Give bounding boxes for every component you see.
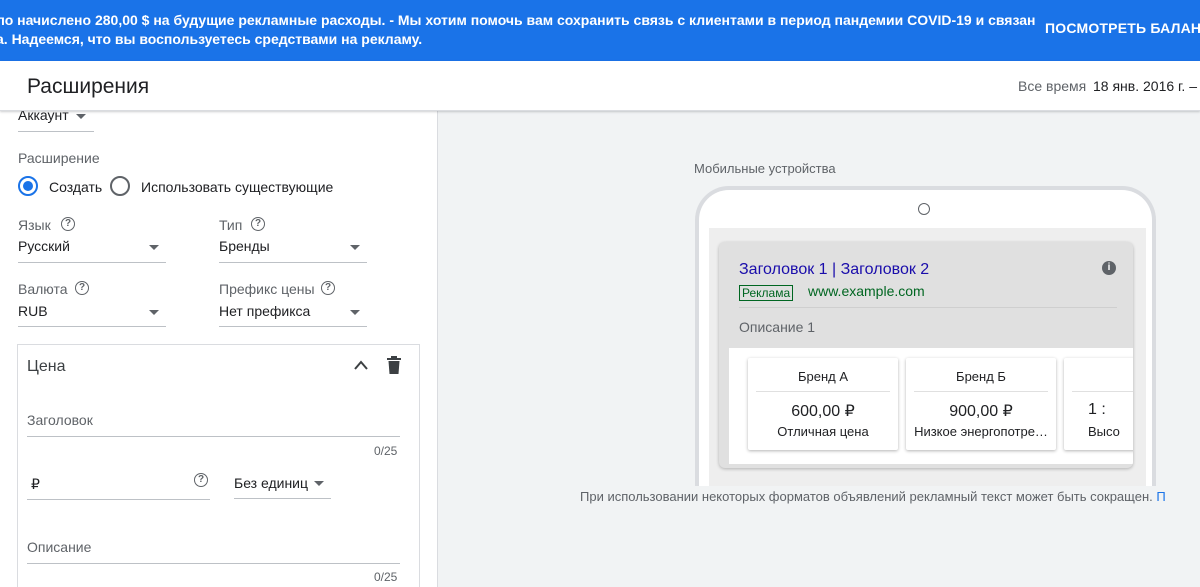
snippet-description: Низкое энергопотре… (914, 424, 1048, 439)
trash-icon[interactable] (386, 356, 402, 374)
snippet-description: Отличная цена (777, 424, 869, 439)
ad-badge: Реклама (739, 285, 794, 301)
extension-form-panel: Аккаунт Расширение Создать Использовать … (0, 111, 438, 587)
units-select[interactable]: Без единиц (234, 470, 331, 499)
level-select[interactable]: Аккаунт (18, 111, 94, 132)
snippet-description: Высо (1088, 424, 1120, 439)
ad-display-url: www.example.com (808, 283, 925, 299)
ad-description: Описание 1 (739, 319, 816, 335)
device-screen: Заголовок 1 | Заголовок 2 i Реклама www.… (709, 228, 1146, 486)
snippet-header: Бренд А (797, 369, 849, 384)
price-card-title: Цена (27, 358, 66, 375)
price-prefix-select[interactable]: Нет префикса (219, 300, 367, 327)
learn-more-link[interactable]: П (1156, 489, 1165, 504)
help-icon[interactable]: ? (321, 281, 335, 295)
date-range-label: Все время (1018, 78, 1087, 94)
price-prefix-select-value: Нет префикса (219, 303, 311, 319)
help-icon[interactable]: ? (194, 473, 208, 487)
help-icon[interactable]: ? (61, 217, 75, 231)
snippet-divider (756, 391, 890, 392)
page-header: Расширения Все время 18 янв. 2016 г. – 1 (0, 61, 1200, 111)
info-icon[interactable]: i (1102, 261, 1116, 275)
promo-banner: ло начислено 280,00 $ на будущие рекламн… (0, 0, 1200, 61)
price-input[interactable] (27, 499, 210, 500)
description-char-counter: 0/25 (374, 570, 398, 584)
ad-preview: Заголовок 1 | Заголовок 2 i Реклама www.… (719, 242, 1133, 468)
extension-label: Расширение (18, 150, 100, 166)
mobile-device-frame: Заголовок 1 | Заголовок 2 i Реклама www.… (695, 186, 1156, 486)
chevron-down-icon (350, 245, 360, 250)
page-title: Расширения (27, 75, 150, 98)
currency-label: Валюта (18, 281, 68, 297)
radio-use-existing[interactable] (110, 176, 130, 196)
snippet-divider (1072, 391, 1133, 392)
truncation-note: При использовании некоторых форматов объ… (580, 489, 1200, 504)
headline-input-placeholder: Заголовок (27, 412, 93, 428)
chevron-down-icon (149, 245, 159, 250)
type-label: Тип (219, 217, 243, 233)
type-select-value: Бренды (219, 238, 270, 254)
type-select[interactable]: Бренды (219, 236, 367, 263)
chevron-down-icon (314, 481, 324, 486)
description-input[interactable] (27, 563, 400, 564)
help-icon[interactable]: ? (75, 281, 89, 295)
snippet-price: 1 : (1088, 401, 1106, 418)
chevron-down-icon (149, 310, 159, 315)
banner-message-line-1: ло начислено 280,00 $ на будущие рекламн… (0, 12, 1036, 28)
headline-input[interactable] (27, 436, 400, 437)
banner-message-line-2: а. Надеемся, что вы воспользуетесь средс… (0, 31, 423, 47)
units-select-value: Без единиц (234, 475, 309, 491)
ad-divider (739, 307, 1117, 308)
radio-create[interactable] (18, 176, 38, 196)
help-icon[interactable]: ? (251, 217, 265, 231)
price-item-card: Цена Заголовок 0/25 ₽ ? Без единиц Описа… (17, 344, 420, 587)
price-snippet-card: Бренд Б 900,00 ₽ Низкое энергопотре… (906, 358, 1056, 450)
snippet-price: 900,00 ₽ (949, 403, 1013, 420)
language-select-value: Русский (18, 238, 70, 254)
view-balance-button[interactable]: ПОСМОТРЕТЬ БАЛАНС (1045, 20, 1200, 36)
price-snippet-card: 1 : Высо (1064, 358, 1133, 450)
radio-use-existing-label[interactable]: Использовать существующие (141, 179, 333, 195)
headline-char-counter: 0/25 (374, 444, 398, 458)
camera-icon (918, 203, 930, 215)
price-snippet-card: Бренд А 600,00 ₽ Отличная цена (748, 358, 898, 450)
snippet-divider (914, 391, 1048, 392)
level-select-value: Аккаунт (18, 111, 69, 123)
currency-select[interactable]: RUB (18, 300, 166, 327)
radio-create-label[interactable]: Создать (49, 179, 102, 195)
chevron-down-icon (76, 114, 86, 119)
language-select[interactable]: Русский (18, 236, 166, 263)
language-label: Язык (18, 217, 51, 233)
currency-select-value: RUB (18, 303, 48, 319)
device-preview-label: Мобильные устройства (694, 161, 836, 176)
price-prefix-label: Префикс цены (219, 281, 315, 297)
chevron-up-icon[interactable] (353, 359, 369, 371)
banner-message: ло начислено 280,00 $ на будущие рекламн… (0, 11, 1036, 49)
date-range-picker[interactable]: 18 янв. 2016 г. – 1 (1093, 78, 1200, 94)
description-input-placeholder: Описание (27, 539, 92, 555)
price-snippets-carousel[interactable]: Бренд А 600,00 ₽ Отличная цена Бренд Б 9… (729, 348, 1133, 464)
snippet-price: 600,00 ₽ (791, 403, 855, 420)
ad-headline: Заголовок 1 | Заголовок 2 (739, 261, 930, 278)
snippet-header: Бренд Б (956, 369, 1006, 384)
truncation-note-text: При использовании некоторых форматов объ… (580, 489, 1153, 504)
currency-symbol: ₽ (31, 476, 40, 492)
chevron-down-icon (350, 310, 360, 315)
